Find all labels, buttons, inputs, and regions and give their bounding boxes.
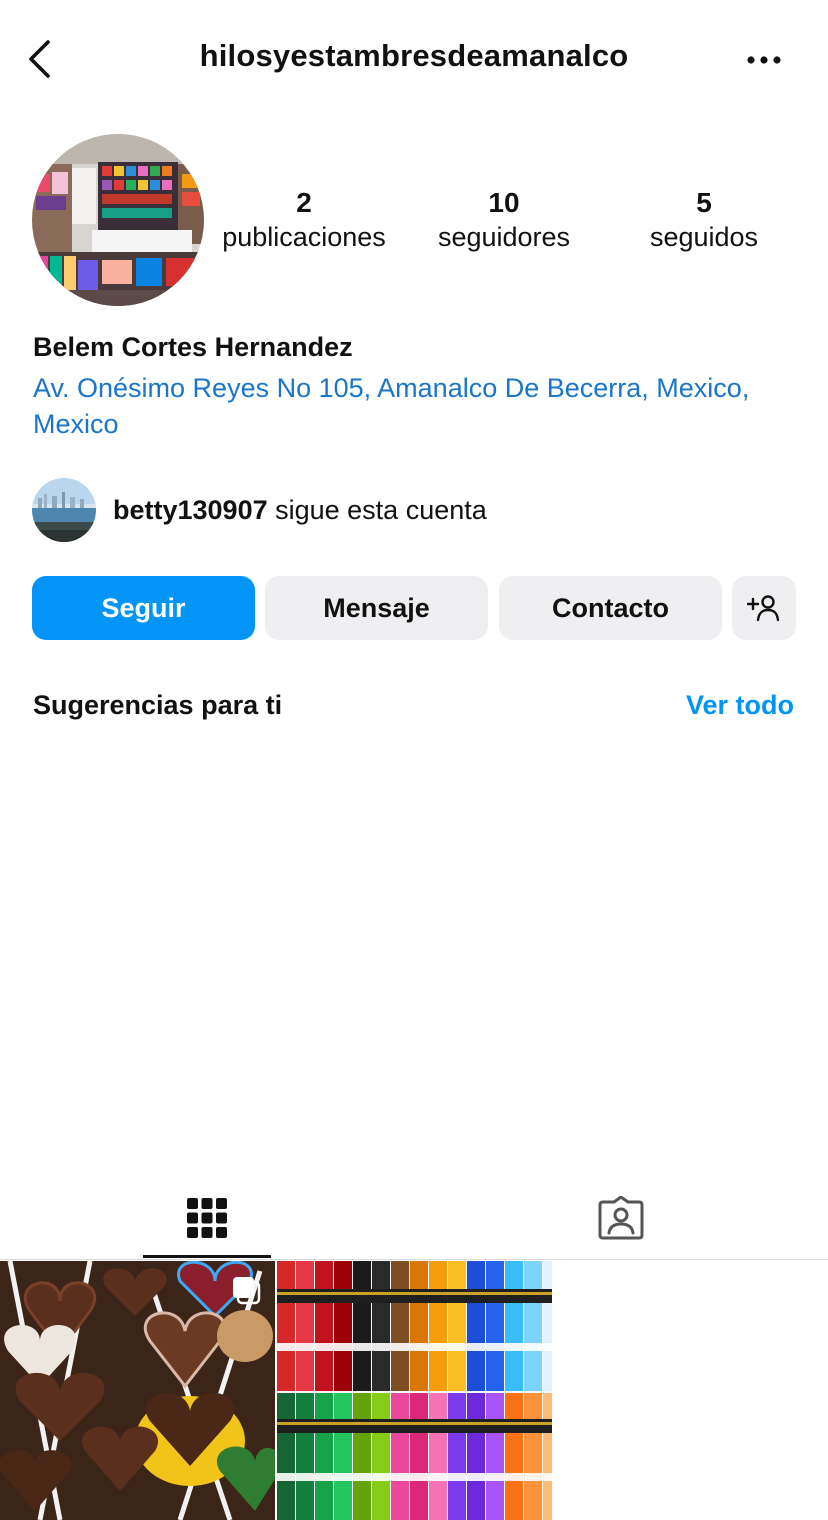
post-thumbnail-1[interactable] xyxy=(0,1261,275,1520)
profile-username-title: hilosyestambresdeamanalco xyxy=(199,38,629,73)
post-thumbnail-2[interactable] xyxy=(277,1261,552,1520)
tagged-icon xyxy=(598,1196,644,1240)
stat-posts-label: publicaciones xyxy=(222,222,386,252)
message-button[interactable]: Mensaje xyxy=(265,576,488,640)
follower-username[interactable]: betty130907 xyxy=(113,495,268,525)
contact-button[interactable]: Contacto xyxy=(499,576,722,640)
stat-posts-count: 2 xyxy=(296,187,312,218)
city-skyline-photo xyxy=(32,478,96,542)
tab-tagged[interactable] xyxy=(556,1176,686,1260)
shop-photo xyxy=(32,134,204,306)
stat-following-label: seguidos xyxy=(649,222,759,252)
followed-by-row[interactable]: betty130907 sigue esta cuenta xyxy=(32,478,487,542)
multiple-photos-icon xyxy=(233,1277,261,1305)
profile-tabs xyxy=(0,1176,828,1260)
stat-following[interactable]: 5 seguidos xyxy=(604,186,804,254)
stat-posts[interactable]: 2 publicaciones xyxy=(204,186,404,254)
tab-posts-grid[interactable] xyxy=(142,1176,272,1260)
suggest-users-button[interactable] xyxy=(732,576,796,640)
add-user-icon xyxy=(747,595,780,622)
followed-by-suffix: sigue esta cuenta xyxy=(267,494,487,525)
follower-avatar xyxy=(32,478,96,542)
active-tab-indicator xyxy=(143,1255,271,1258)
more-options-button[interactable] xyxy=(740,46,788,74)
profile-avatar[interactable] xyxy=(32,134,204,306)
suggestions-title: Sugerencias para ti xyxy=(33,690,283,720)
stat-followers[interactable]: 10 seguidores xyxy=(404,186,604,254)
grid-icon xyxy=(187,1198,227,1238)
embroidery-thread-skeins-photo xyxy=(277,1261,552,1520)
profile-full-name: Belem Cortes Hernandez xyxy=(33,332,353,362)
see-all-suggestions-link[interactable]: Ver todo xyxy=(686,690,794,721)
follow-button[interactable]: Seguir xyxy=(32,576,255,640)
stat-following-count: 5 xyxy=(696,187,712,218)
more-dots-icon xyxy=(747,56,781,64)
stat-followers-count: 10 xyxy=(488,187,520,218)
stat-followers-label: seguidores xyxy=(437,222,571,252)
top-bar: hilosyestambresdeamanalco xyxy=(0,0,828,116)
followed-by-text: betty130907 sigue esta cuenta xyxy=(113,495,487,526)
profile-address-link[interactable]: Av. Onésimo Reyes No 105, Amanalco De Be… xyxy=(33,370,803,442)
